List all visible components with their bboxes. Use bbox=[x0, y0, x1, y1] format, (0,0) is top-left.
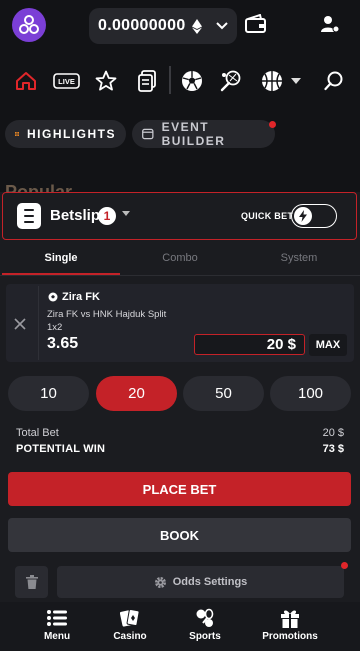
max-stake-button[interactable]: MAX bbox=[309, 334, 347, 356]
search-button[interactable] bbox=[322, 69, 346, 93]
cards-icon bbox=[120, 608, 140, 627]
quick-stake-100[interactable]: 100 bbox=[270, 376, 351, 411]
bottom-nav-label: Sports bbox=[189, 631, 221, 642]
bottom-nav-sports[interactable]: Sports bbox=[170, 608, 240, 642]
bottom-nav-casino[interactable]: Casino bbox=[95, 608, 165, 642]
sports-nav: LIVE bbox=[0, 58, 360, 104]
highlights-label: HIGHLIGHTS bbox=[27, 127, 116, 141]
live-label: LIVE bbox=[58, 77, 75, 86]
my-bets-nav-button[interactable] bbox=[135, 69, 159, 93]
soccer-nav-button[interactable] bbox=[180, 69, 204, 93]
menu-icon bbox=[47, 610, 67, 626]
tennis-racket-icon bbox=[220, 70, 241, 92]
grid-icon bbox=[15, 132, 19, 136]
live-nav-button[interactable]: LIVE bbox=[53, 69, 80, 93]
place-bet-button[interactable]: PLACE BET bbox=[8, 472, 351, 506]
tab-system[interactable]: System bbox=[240, 252, 358, 264]
remove-selection-button[interactable] bbox=[14, 314, 26, 335]
tab-combo[interactable]: Combo bbox=[120, 252, 240, 264]
more-sports-button[interactable] bbox=[290, 69, 302, 93]
event-builder-label: EVENT BUILDER bbox=[161, 120, 226, 148]
wallet-icon bbox=[245, 13, 266, 33]
notification-dot bbox=[269, 121, 276, 128]
bottom-nav-label: Promotions bbox=[262, 631, 318, 642]
total-bet-label: Total Bet bbox=[16, 427, 59, 439]
search-icon bbox=[324, 71, 343, 91]
balance-amount: 0.00000000 bbox=[98, 17, 186, 34]
trash-icon bbox=[25, 575, 38, 589]
gear-icon bbox=[154, 576, 166, 588]
team-name: Zira FK bbox=[62, 291, 100, 303]
bottom-nav-promotions[interactable]: Promotions bbox=[255, 608, 325, 642]
clear-betslip-button[interactable] bbox=[15, 566, 48, 598]
star-icon bbox=[95, 70, 117, 91]
gift-icon bbox=[281, 610, 299, 628]
bottom-nav-menu[interactable]: Menu bbox=[22, 608, 92, 642]
bottom-nav-label: Menu bbox=[43, 631, 71, 642]
event-builder-chip[interactable]: EVENT BUILDER bbox=[132, 120, 275, 148]
active-tab-indicator bbox=[2, 273, 120, 275]
quick-stake-50[interactable]: 50 bbox=[183, 376, 264, 411]
home-nav-button[interactable] bbox=[14, 69, 38, 93]
favorites-nav-button[interactable] bbox=[94, 69, 118, 93]
selection-odds: 3.65 bbox=[47, 335, 79, 352]
nav-divider bbox=[169, 66, 171, 94]
app-logo[interactable] bbox=[12, 8, 46, 42]
soccer-ball-icon bbox=[182, 71, 202, 91]
wallet-button[interactable] bbox=[245, 13, 267, 36]
highlights-chip[interactable]: HIGHLIGHTS bbox=[5, 120, 126, 148]
sports-icon bbox=[196, 608, 214, 627]
quick-stake-10[interactable]: 10 bbox=[8, 376, 89, 411]
close-icon bbox=[14, 318, 26, 330]
card-divider bbox=[38, 286, 39, 360]
tabs-divider bbox=[0, 275, 360, 276]
bottom-nav-label: Casino bbox=[113, 631, 147, 642]
quick-bet-label: QUICK BET bbox=[241, 211, 294, 221]
logo-icon bbox=[19, 15, 39, 34]
soccer-ball-icon bbox=[48, 292, 58, 302]
account-button[interactable] bbox=[320, 14, 342, 36]
stake-input[interactable] bbox=[194, 334, 305, 355]
odds-settings-button[interactable]: Odds Settings bbox=[57, 566, 344, 598]
caret-down-icon[interactable] bbox=[122, 211, 130, 216]
total-bet-value: 20 $ bbox=[322, 427, 344, 439]
match-name: Zira FK vs HNK Hajduk Split bbox=[47, 309, 167, 320]
quick-bet-toggle[interactable] bbox=[291, 204, 337, 228]
odds-settings-label: Odds Settings bbox=[172, 576, 248, 588]
tab-single[interactable]: Single bbox=[2, 252, 120, 264]
market-name: 1x2 bbox=[47, 322, 63, 333]
live-icon: LIVE bbox=[53, 73, 80, 89]
balance-selector[interactable]: 0.00000000 bbox=[89, 8, 237, 44]
lightning-icon bbox=[299, 209, 307, 222]
book-button[interactable]: BOOK bbox=[8, 518, 351, 552]
tennis-nav-button[interactable] bbox=[219, 69, 243, 93]
ethereum-icon bbox=[191, 18, 202, 34]
bets-icon bbox=[138, 70, 156, 92]
betslip-title: Betslip bbox=[50, 207, 101, 224]
caret-down-icon bbox=[291, 78, 301, 84]
toggle-knob bbox=[294, 206, 312, 225]
chevron-down-icon bbox=[215, 22, 228, 30]
user-settings-icon bbox=[321, 16, 340, 33]
potential-win-value: 73 $ bbox=[322, 443, 344, 455]
event-builder-icon bbox=[142, 128, 154, 140]
potential-win-label: POTENTIAL WIN bbox=[16, 443, 106, 455]
selection-team: Zira FK bbox=[48, 291, 100, 303]
betslip-count-badge: 1 bbox=[98, 207, 116, 225]
home-icon bbox=[16, 72, 36, 90]
bottom-nav: Menu Casino Sports Promotions bbox=[0, 602, 360, 651]
basketball-icon bbox=[262, 71, 282, 91]
quick-stake-20[interactable]: 20 bbox=[96, 376, 177, 411]
notification-dot bbox=[341, 562, 348, 569]
betslip-icon bbox=[17, 203, 41, 229]
basketball-nav-button[interactable] bbox=[260, 69, 284, 93]
